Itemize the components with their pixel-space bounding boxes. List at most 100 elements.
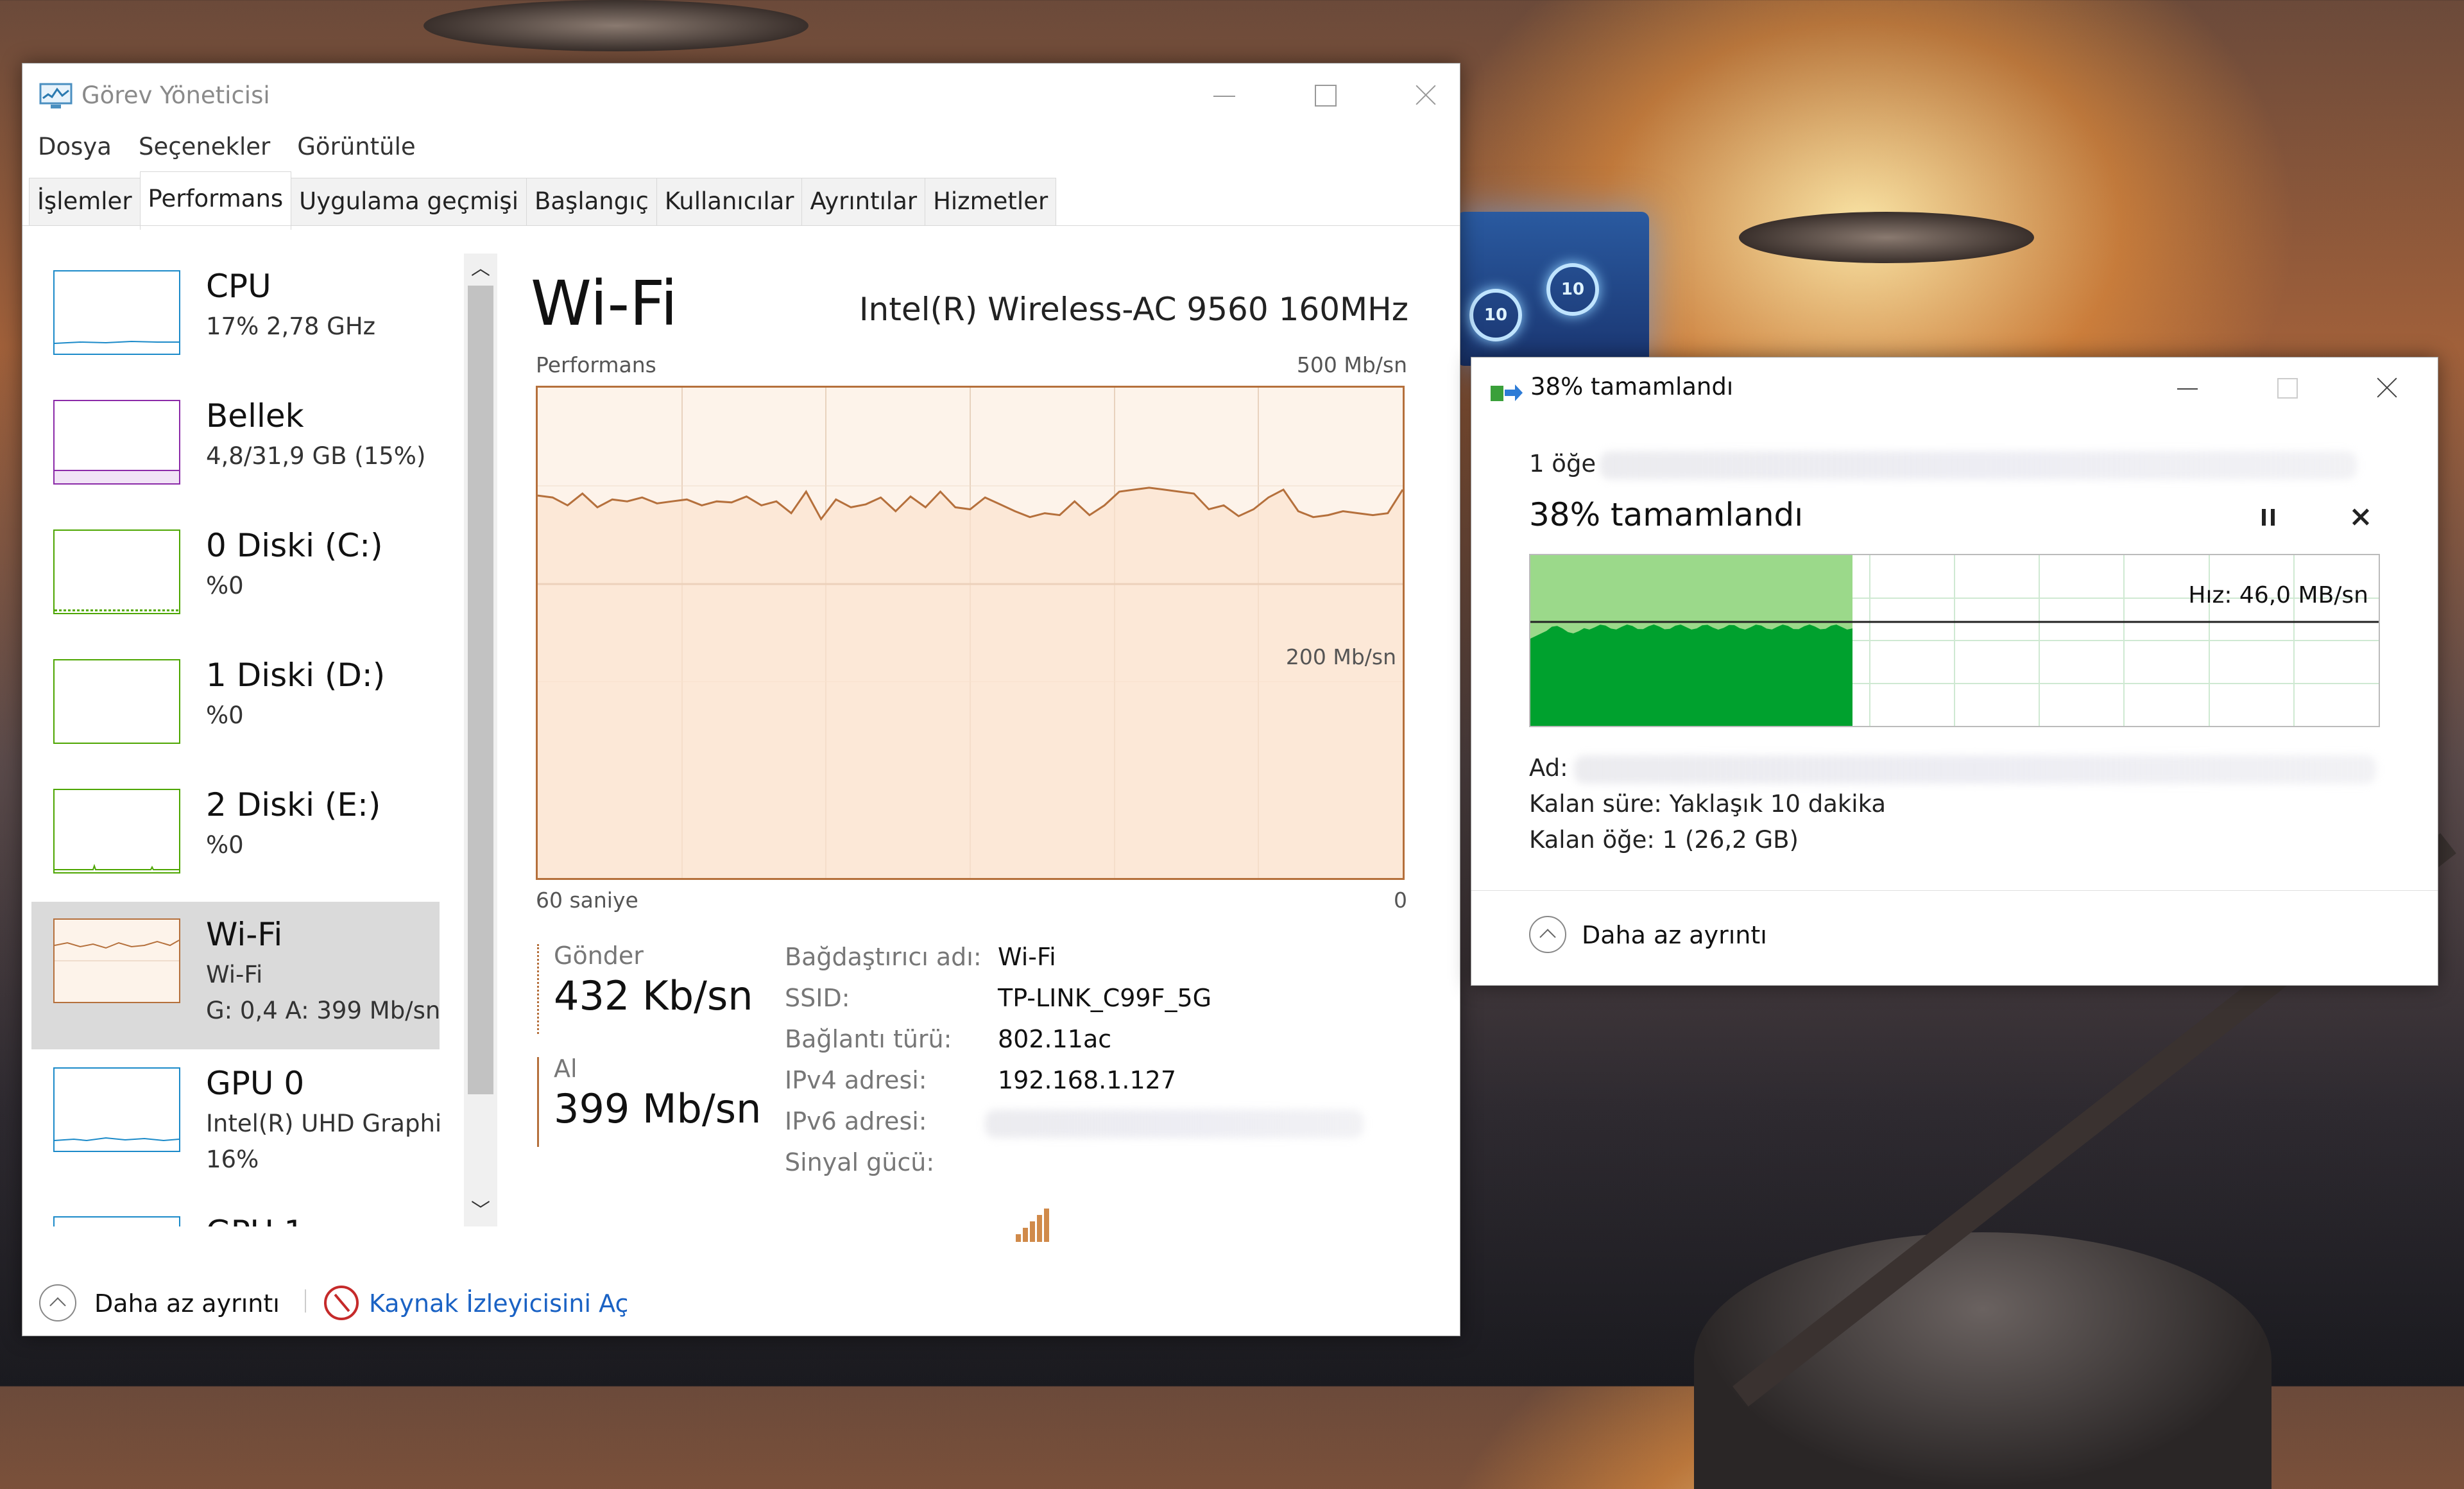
x-axis-right-label: 0 (1394, 888, 1407, 913)
progress-heading: 38% tamamlandı (1529, 496, 1804, 533)
minimize-button[interactable] (1175, 64, 1275, 128)
sidebar-item-wifi[interactable]: Wi-Fi Wi-Fi G: 0,4 A: 399 Mb/sn (31, 902, 440, 1049)
tab-app-history[interactable]: Uygulama geçmişi (291, 178, 527, 226)
prop-ssid-label: SSID: (785, 984, 850, 1012)
dialog-divider (1471, 890, 2438, 891)
tab-startup[interactable]: Başlangıç (526, 178, 657, 226)
signal-strength-icon (1016, 1209, 1049, 1242)
less-details-button[interactable]: Daha az ayrıntı (94, 1289, 280, 1318)
prop-adapter-name-value: Wi-Fi (998, 943, 1056, 971)
maximize-button[interactable] (1275, 64, 1375, 128)
sidebar-item-name: GPU 0 (206, 1065, 305, 1102)
graph-label: Performans (536, 352, 656, 377)
sidebar-item-memory[interactable]: Bellek 4,8/31,9 GB (15%) (31, 383, 440, 531)
prop-connection-type-value: 802.11ac (998, 1025, 1112, 1053)
cancel-icon[interactable] (2347, 503, 2375, 531)
tab-processes[interactable]: İşlemler (29, 178, 141, 226)
memory-thumbnail (53, 400, 180, 485)
menu-view[interactable]: Görüntüle (296, 133, 416, 160)
collapse-chevron-icon[interactable] (1529, 916, 1566, 953)
bg-saucer (1739, 212, 2034, 263)
tab-users[interactable]: Kullanıcılar (656, 178, 803, 226)
sidebar-item-name: 2 Diski (E:) (206, 786, 381, 823)
title-bar[interactable]: Görev Yöneticisi (22, 64, 1460, 128)
menu-options[interactable]: Seçenekler (137, 133, 271, 160)
disk-thumbnail (53, 659, 180, 744)
task-manager-icon (39, 83, 73, 108)
tab-services[interactable]: Hizmetler (925, 178, 1057, 226)
sidebar-item-disk-c[interactable]: 0 Diski (C:) %0 (31, 513, 440, 660)
remaining-time-label: Kalan süre: (1529, 790, 1662, 818)
bg-neon-disc: 10 (1469, 289, 1522, 341)
prop-ipv6-label: IPv6 adresi: (785, 1107, 927, 1135)
collapse-chevron-icon[interactable] (39, 1284, 76, 1321)
resource-monitor-icon (324, 1286, 359, 1320)
graph-mid-label: 200 Mb/sn (1285, 644, 1396, 669)
sidebar-item-disk-e[interactable]: 2 Diski (E:) %0 (31, 772, 440, 920)
speed-label: Hız: 46,0 MB/sn (2188, 582, 2368, 608)
receive-label: Al (554, 1054, 578, 1083)
remaining-time-row: Kalan süre: Yaklaşık 10 dakika (1529, 790, 1886, 818)
gpu-thumbnail (53, 1067, 180, 1152)
tab-details[interactable]: Ayrıntılar (801, 178, 926, 226)
prop-ipv4-label: IPv4 adresi: (785, 1066, 927, 1094)
send-value: 432 Kb/sn (554, 972, 753, 1019)
disk-thumbnail (53, 789, 180, 874)
source-path-redacted (1600, 451, 2357, 479)
sidebar-item-name: 0 Diski (C:) (206, 527, 383, 564)
graph-max-label: 500 Mb/sn (1296, 352, 1407, 377)
sidebar-item-sub: %0 (206, 701, 244, 729)
sidebar-item-name: GPU 1 (206, 1214, 304, 1226)
sidebar-scrollbar[interactable]: ︿ ﹀ (464, 254, 497, 1226)
task-manager-window: Görev Yöneticisi Dosya Seçenekler Görünt… (22, 63, 1460, 1336)
dialog-title: 38% tamamlandı (1530, 373, 1734, 400)
x-axis-left-label: 60 saniye (536, 888, 638, 913)
minimize-button[interactable] (2137, 357, 2237, 422)
remaining-items-label: Kalan öğe: (1529, 826, 1655, 854)
sidebar-item-sub: %0 (206, 831, 244, 859)
prop-connection-type-label: Bağlantı türü: (785, 1025, 952, 1053)
remaining-time-value: Yaklaşık 10 dakika (1669, 790, 1887, 818)
prop-ssid-value: TP-LINK_C99F_5G (998, 984, 1212, 1012)
disk-thumbnail (53, 529, 180, 614)
sidebar-item-sub: %0 (206, 572, 244, 599)
prop-signal-label: Sinyal gücü: (785, 1148, 935, 1176)
close-button[interactable] (2338, 357, 2438, 422)
receive-indicator (537, 1057, 541, 1147)
name-label: Ad: (1529, 754, 1568, 782)
receive-value: 399 Mb/sn (554, 1085, 762, 1132)
scroll-thumb[interactable] (468, 286, 493, 1094)
wifi-thumbnail (53, 918, 180, 1003)
wifi-graph-svg (538, 388, 1403, 878)
sidebar-item-name: CPU (206, 268, 271, 305)
footer-divider (305, 1289, 306, 1313)
less-details-button[interactable]: Daha az ayrıntı (1582, 921, 1767, 949)
task-manager-footer: Daha az ayrıntı Kaynak İzleyicisini Aç (22, 1277, 1460, 1334)
sidebar-item-name: Wi-Fi (206, 916, 283, 953)
performance-sidebar: CPU 17% 2,78 GHz Bellek 4,8/31,9 GB (15%… (31, 254, 440, 1226)
sidebar-item-sub: Wi-Fi (206, 961, 263, 988)
scroll-up-icon[interactable]: ︿ (464, 254, 497, 284)
menu-file[interactable]: Dosya (37, 133, 113, 160)
sidebar-item-gpu-0[interactable]: GPU 0 Intel(R) UHD Graphic 16% (31, 1051, 440, 1198)
close-button[interactable] (1375, 64, 1460, 128)
cpu-thumbnail (53, 270, 180, 355)
prop-ipv4-value: 192.168.1.127 (998, 1066, 1177, 1094)
maximize-button (2237, 357, 2338, 422)
scroll-down-icon[interactable]: ﹀ (464, 1196, 497, 1226)
wifi-throughput-graph: 200 Mb/sn (536, 386, 1405, 880)
file-name-redacted (1574, 755, 2376, 784)
sidebar-item-cpu[interactable]: CPU 17% 2,78 GHz (31, 254, 440, 401)
panel-title: Wi-Fi (531, 268, 678, 340)
copy-graph-svg (1530, 555, 2379, 726)
menu-bar: Dosya Seçenekler Görüntüle (37, 133, 417, 160)
tab-performance[interactable]: Performans (139, 171, 292, 230)
window-title: Görev Yöneticisi (81, 82, 270, 109)
file-copy-icon (1491, 384, 1523, 401)
open-resource-monitor-link[interactable]: Kaynak İzleyicisini Aç (369, 1289, 628, 1318)
sidebar-item-disk-d[interactable]: 1 Diski (D:) %0 (31, 642, 440, 790)
sidebar-item-sub: 17% 2,78 GHz (206, 313, 376, 340)
pause-icon[interactable] (2254, 503, 2282, 531)
sidebar-item-gpu-1[interactable]: GPU 1 (31, 1200, 440, 1226)
sidebar-item-name: 1 Diski (D:) (206, 657, 386, 694)
